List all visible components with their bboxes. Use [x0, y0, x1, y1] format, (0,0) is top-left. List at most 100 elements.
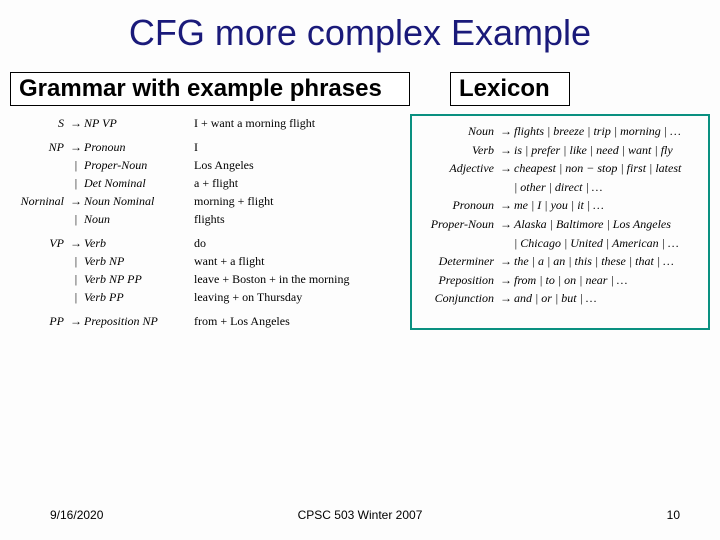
rule-lhs	[10, 252, 68, 270]
lexicon-lhs: Proper-Noun	[416, 215, 498, 234]
pipe-icon: |	[68, 252, 84, 270]
lexicon-lhs: Pronoun	[416, 196, 498, 215]
pipe-icon: |	[68, 270, 84, 288]
rule-lhs	[10, 288, 68, 306]
rule-lhs: VP	[10, 234, 68, 252]
pipe-icon: |	[68, 156, 84, 174]
footer-page-number: 10	[667, 508, 680, 522]
pipe-icon: |	[68, 288, 84, 306]
example-phrase: Los Angeles	[194, 156, 390, 174]
grammar-rule: NP→Pronoun	[10, 138, 180, 156]
arrow-icon: →	[498, 159, 514, 178]
rule-lhs: PP	[10, 312, 68, 330]
rule-lhs	[10, 210, 68, 228]
lexicon-rhs-continuation: | other | direct | …	[416, 178, 700, 197]
arrow-icon: →	[68, 138, 84, 156]
lexicon-lhs: Determiner	[416, 252, 498, 271]
lexicon-entry: Determiner→the | a | an | this | these |…	[416, 252, 700, 271]
rule-lhs: S	[10, 114, 68, 132]
lexicon-rhs: Alaska | Baltimore | Los Angeles	[514, 215, 700, 234]
lexicon-entry: Pronoun→me | I | you | it | …	[416, 196, 700, 215]
rule-rhs: Preposition NP	[84, 312, 180, 330]
grammar-rule: Norninal→Noun Nominal	[10, 192, 180, 210]
grammar-rule: VP→Verb	[10, 234, 180, 252]
content-area: S→NP VPNP→Pronoun|Proper-Noun|Det Nomina…	[0, 106, 720, 330]
example-phrase: leave + Boston + in the morning	[194, 270, 390, 288]
arrow-icon: →	[68, 312, 84, 330]
example-phrase: want + a flight	[194, 252, 390, 270]
rule-lhs: Norninal	[10, 192, 68, 210]
lexicon-entry: Adjective→cheapest | non − stop | first …	[416, 159, 700, 178]
lexicon-lhs: Preposition	[416, 271, 498, 290]
lexicon-entry: Proper-Noun→Alaska | Baltimore | Los Ang…	[416, 215, 700, 234]
lexicon-panel: Noun→flights | breeze | trip | morning |…	[410, 114, 710, 330]
rule-lhs: NP	[10, 138, 68, 156]
arrow-icon: →	[498, 141, 514, 160]
rule-rhs: Det Nominal	[84, 174, 180, 192]
arrow-icon: →	[498, 196, 514, 215]
rule-rhs: Verb	[84, 234, 180, 252]
arrow-icon: →	[498, 215, 514, 234]
grammar-rule: |Verb PP	[10, 288, 180, 306]
example-phrase: I	[194, 138, 390, 156]
lexicon-entry: Noun→flights | breeze | trip | morning |…	[416, 122, 700, 141]
example-phrase: leaving + on Thursday	[194, 288, 390, 306]
lexicon-lhs: Noun	[416, 122, 498, 141]
grammar-rule: |Verb NP PP	[10, 270, 180, 288]
grammar-rules-column: S→NP VPNP→Pronoun|Proper-Noun|Det Nomina…	[10, 114, 180, 330]
lexicon-rhs: cheapest | non − stop | first | latest	[514, 159, 700, 178]
lexicon-rhs: is | prefer | like | need | want | fly	[514, 141, 700, 160]
grammar-rule: PP→Preposition NP	[10, 312, 180, 330]
lexicon-lhs: Adjective	[416, 159, 498, 178]
example-phrase: do	[194, 234, 390, 252]
slide-footer: 9/16/2020 CPSC 503 Winter 2007 10	[0, 508, 720, 522]
grammar-rule: |Proper-Noun	[10, 156, 180, 174]
example-phrase: from + Los Angeles	[194, 312, 390, 330]
grammar-rule: S→NP VP	[10, 114, 180, 132]
lexicon-heading: Lexicon	[450, 72, 570, 106]
rule-rhs: NP VP	[84, 114, 180, 132]
grammar-rule: |Verb NP	[10, 252, 180, 270]
lexicon-rhs: me | I | you | it | …	[514, 196, 700, 215]
grammar-panel: S→NP VPNP→Pronoun|Proper-Noun|Det Nomina…	[10, 114, 390, 330]
lexicon-entry: Preposition→from | to | on | near | …	[416, 271, 700, 290]
subheadings-row: Grammar with example phrases Lexicon	[0, 72, 720, 106]
lexicon-rhs: flights | breeze | trip | morning | …	[514, 122, 700, 141]
rule-rhs: Verb PP	[84, 288, 180, 306]
arrow-icon: →	[68, 234, 84, 252]
slide-title: CFG more complex Example	[0, 0, 720, 72]
rule-lhs	[10, 174, 68, 192]
lexicon-rhs: from | to | on | near | …	[514, 271, 700, 290]
grammar-rule: |Noun	[10, 210, 180, 228]
rule-rhs: Verb NP PP	[84, 270, 180, 288]
lexicon-entry: Verb→is | prefer | like | need | want | …	[416, 141, 700, 160]
example-phrase: flights	[194, 210, 390, 228]
rule-rhs: Proper-Noun	[84, 156, 180, 174]
arrow-icon: →	[498, 122, 514, 141]
arrow-icon: →	[68, 114, 84, 132]
example-phrase: a + flight	[194, 174, 390, 192]
rule-rhs: Noun	[84, 210, 180, 228]
lexicon-entry: Conjunction→and | or | but | …	[416, 289, 700, 308]
lexicon-rhs-continuation: | Chicago | United | American | …	[416, 234, 700, 253]
grammar-heading: Grammar with example phrases	[10, 72, 410, 106]
rule-lhs	[10, 156, 68, 174]
lexicon-lhs: Conjunction	[416, 289, 498, 308]
pipe-icon: |	[68, 210, 84, 228]
grammar-examples-column: I + want a morning flight ILos Angelesa +…	[194, 114, 390, 330]
rule-rhs: Pronoun	[84, 138, 180, 156]
rule-rhs: Verb NP	[84, 252, 180, 270]
grammar-rule: |Det Nominal	[10, 174, 180, 192]
lexicon-lhs: Verb	[416, 141, 498, 160]
footer-date: 9/16/2020	[50, 508, 103, 522]
lexicon-rhs: the | a | an | this | these | that | …	[514, 252, 700, 271]
pipe-icon: |	[68, 174, 84, 192]
arrow-icon: →	[498, 271, 514, 290]
rule-lhs	[10, 270, 68, 288]
arrow-icon: →	[68, 192, 84, 210]
rule-rhs: Noun Nominal	[84, 192, 180, 210]
arrow-icon: →	[498, 252, 514, 271]
lexicon-rhs: and | or | but | …	[514, 289, 700, 308]
example-phrase: morning + flight	[194, 192, 390, 210]
example-phrase: I + want a morning flight	[194, 114, 390, 132]
